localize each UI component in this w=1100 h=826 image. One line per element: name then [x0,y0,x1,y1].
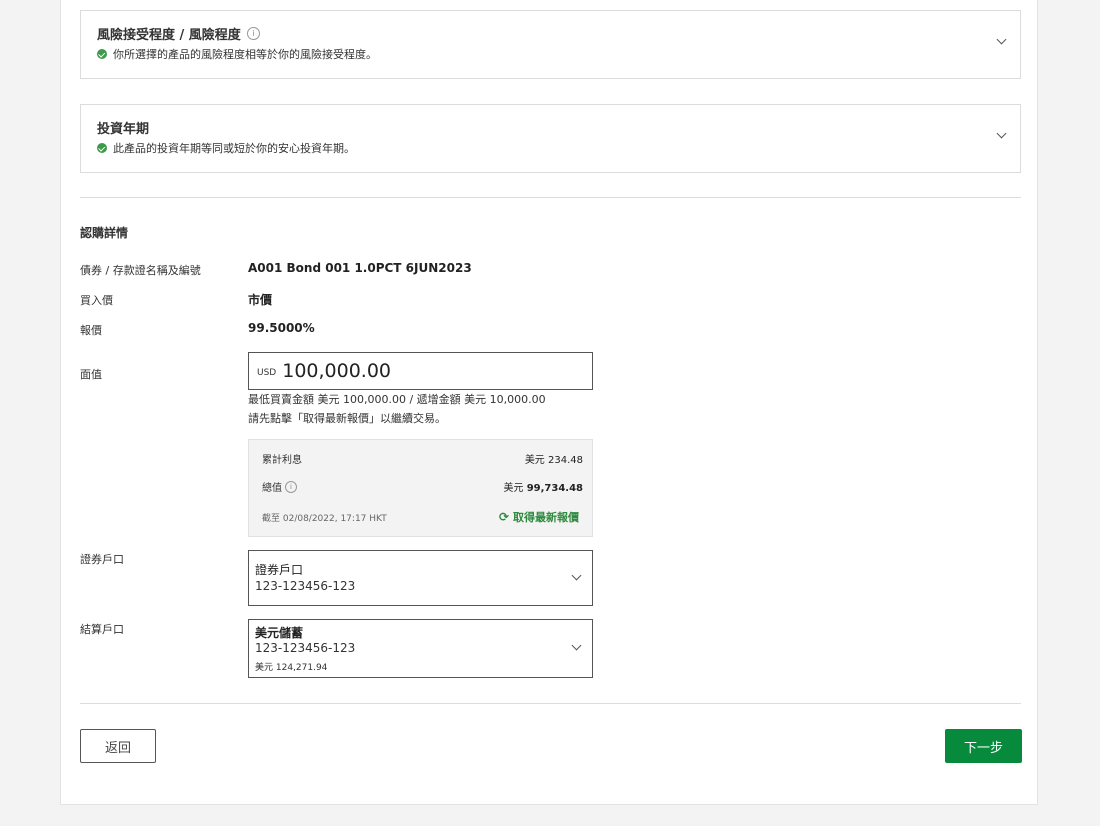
face-value-currency: USD [257,368,277,378]
footer-divider [80,703,1021,704]
refresh-quote-label: 取得最新報價 [513,511,579,524]
quote-label: 報價 [80,324,102,337]
check-circle-icon [97,143,107,153]
subscription-details-title: 認購詳情 [80,226,129,240]
chevron-down-icon[interactable] [996,34,1007,45]
back-button[interactable]: 返回 [80,729,156,763]
investment-tenor-message: 此產品的投資年期等同或短於你的安心投資年期。 [113,142,355,155]
securities-account-number: 123-123456-123 [255,579,356,593]
total-value-label: 總值 [262,483,282,494]
total-value: 美元 99,734.48 [504,479,584,494]
securities-account-title: 證券戶口 [255,563,304,577]
refresh-icon: ⟳ [498,510,509,524]
settlement-account-balance: 美元 124,271.94 [255,663,328,673]
chevron-down-icon[interactable] [996,128,1007,139]
settlement-account-number: 123-123456-123 [255,641,356,655]
refresh-quote-button[interactable]: ⟳ 取得最新報價 [499,509,579,525]
accrued-interest-amount: 234.48 [548,455,583,466]
buy-price-value: 市價 [248,293,273,307]
risk-tolerance-heading: 風險接受程度 / 風險程度 i [97,24,260,43]
chevron-down-icon [571,640,582,651]
risk-tolerance-panel[interactable]: 風險接受程度 / 風險程度 i 你所選擇的產品的風險程度相等於你的風險接受程度。 [80,10,1021,79]
investment-tenor-heading: 投資年期 [97,118,149,137]
info-icon[interactable]: i [246,27,260,40]
quote-timestamp: 截至 02/08/2022, 17:17 HKT [262,514,387,524]
risk-tolerance-message-row: 你所選擇的產品的風險程度相等於你的風險接受程度。 [97,46,377,62]
chevron-down-icon [571,570,582,581]
risk-tolerance-title: 風險接受程度 / 風險程度 [97,28,241,43]
page-card: 風險接受程度 / 風險程度 i 你所選擇的產品的風險程度相等於你的風險接受程度。… [60,0,1038,805]
bond-name-value: A001 Bond 001 1.0PCT 6JUN2023 [248,261,472,275]
section-divider [80,197,1021,198]
securities-account-label: 證券戶口 [80,553,124,566]
check-circle-icon [97,49,107,59]
settlement-account-select[interactable]: 美元儲蓄 123-123456-123 美元 124,271.94 [248,619,593,678]
quote-summary-panel: 累計利息 美元 234.48 總值 i 美元 99,734.48 截至 02/0… [248,439,593,537]
accrued-interest-label: 累計利息 [262,455,302,466]
next-button[interactable]: 下一步 [945,729,1022,763]
total-value-amount: 99,734.48 [526,483,583,494]
face-value-label: 面值 [80,368,102,381]
investment-tenor-panel[interactable]: 投資年期 此產品的投資年期等同或短於你的安心投資年期。 [80,104,1021,173]
settlement-account-title: 美元儲蓄 [255,626,304,640]
face-value-input[interactable]: USD 100,000.00 [248,352,593,390]
buy-price-label: 買入價 [80,294,113,307]
securities-account-select[interactable]: 證券戶口 123-123456-123 [248,550,593,606]
investment-tenor-message-row: 此產品的投資年期等同或短於你的安心投資年期。 [97,140,355,156]
settlement-account-label: 結算戶口 [80,623,124,636]
investment-tenor-title: 投資年期 [97,122,150,137]
refresh-quote-hint: 請先點擊「取得最新報價」以繼續交易。 [248,412,446,425]
info-icon[interactable]: i [285,480,297,493]
total-value-label-row: 總值 i [262,479,297,494]
quote-value: 99.5000% [248,321,315,335]
min-amount-hint: 最低買賣金額 美元 100,000.00 / 遞增金額 美元 10,000.00 [248,393,546,406]
bond-name-label: 債券 / 存款證名稱及編號 [80,264,201,277]
accrued-interest-value: 美元 234.48 [525,451,583,466]
accrued-interest-currency: 美元 [524,455,545,466]
total-value-currency: 美元 [503,483,524,494]
risk-tolerance-message: 你所選擇的產品的風險程度相等於你的風險接受程度。 [113,48,377,61]
face-value-amount[interactable]: 100,000.00 [282,360,391,382]
